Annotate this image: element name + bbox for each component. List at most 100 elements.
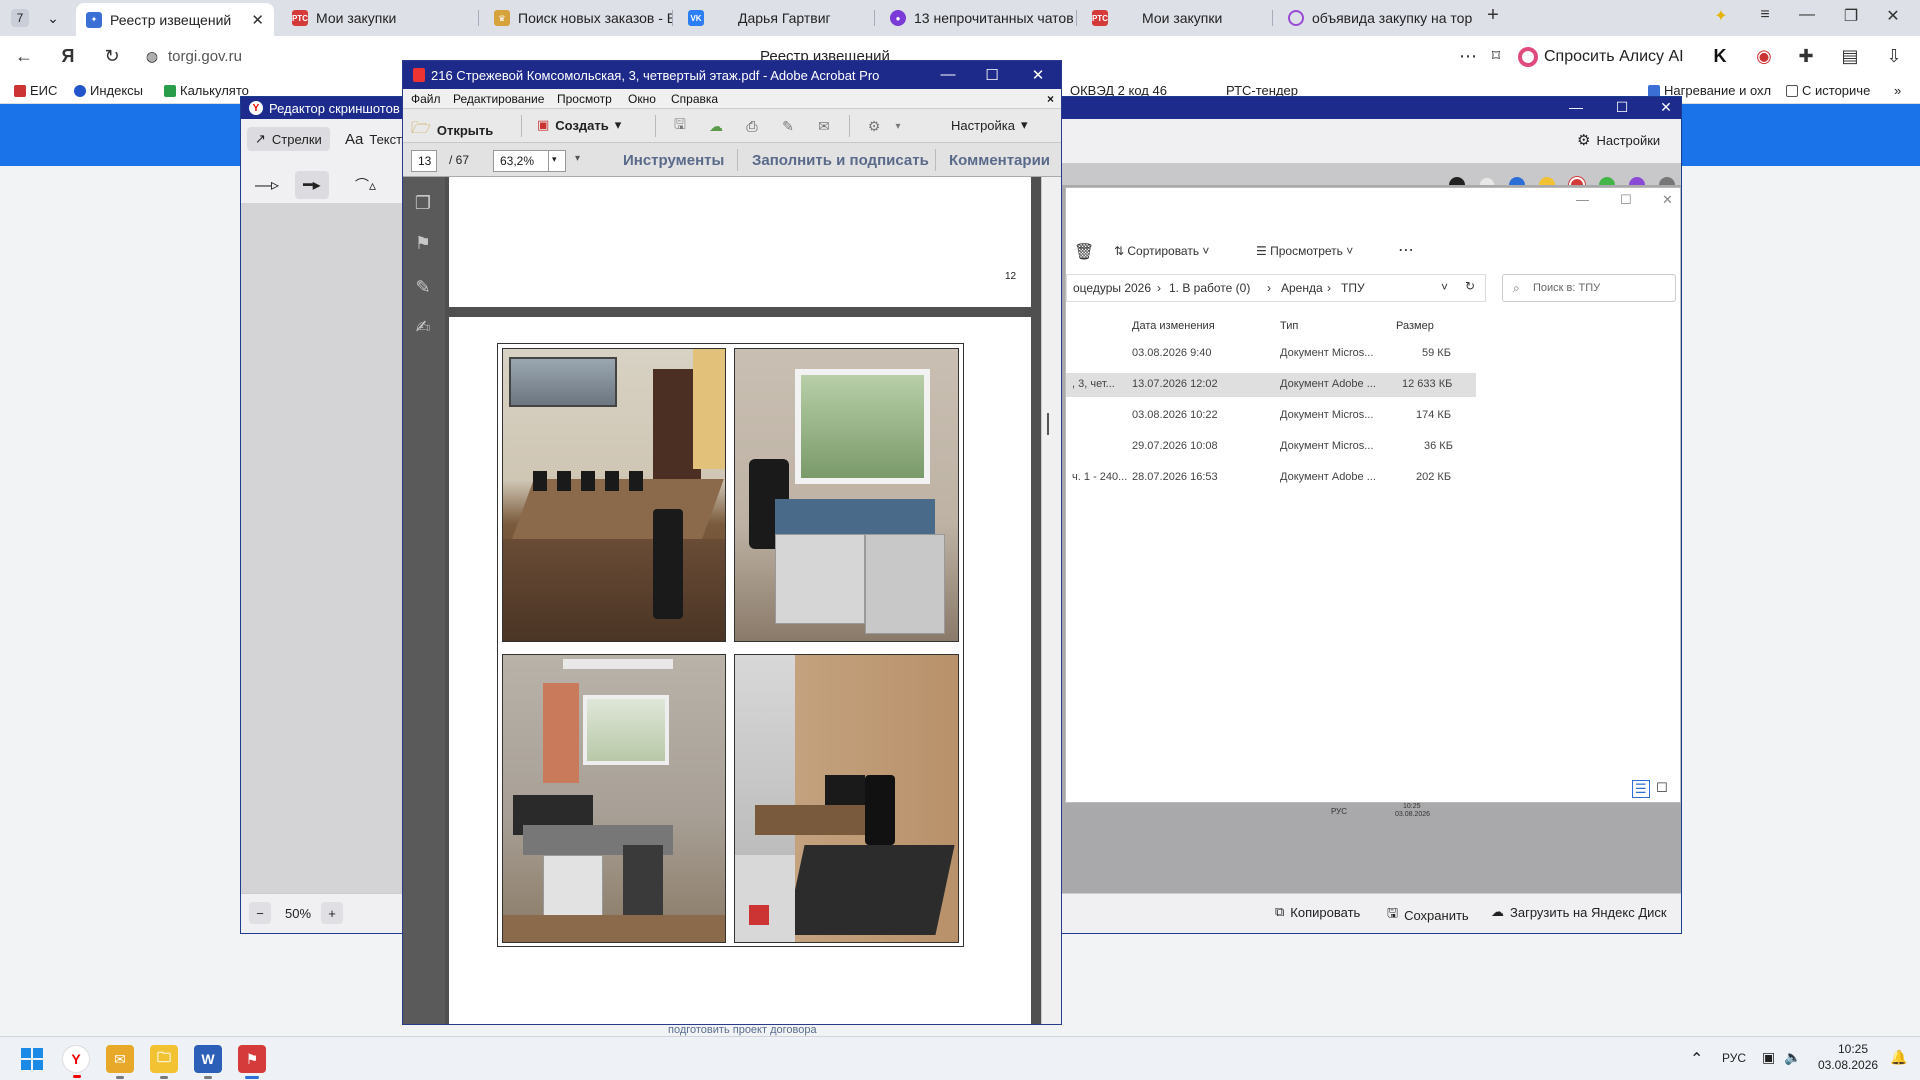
arrow-curved-icon[interactable]: ⌒▵: [355, 175, 376, 195]
new-tab-plus-icon[interactable]: +: [1478, 4, 1508, 27]
menu-window[interactable]: Окно: [628, 92, 656, 106]
pdf-document-view[interactable]: 12: [445, 177, 1041, 1024]
zoom-input[interactable]: 63,2%: [493, 150, 549, 172]
menu-file[interactable]: Файл: [411, 92, 441, 106]
pages-thumbnails-icon[interactable]: ❐: [412, 193, 434, 217]
view-button[interactable]: ☰ Просмотреть ˅: [1256, 244, 1353, 258]
minimize-icon[interactable]: —: [1576, 192, 1589, 207]
back-arrow-icon[interactable]: ←: [12, 46, 36, 67]
comments-panel-link[interactable]: Комментарии: [949, 152, 1050, 169]
details-view-icon[interactable]: ☰: [1632, 780, 1650, 798]
tab-list-chevron-icon[interactable]: ⌄: [42, 4, 64, 32]
address-bar-url[interactable]: torgi.gov.ru: [168, 48, 242, 65]
menu-edit[interactable]: Редактирование: [453, 92, 544, 106]
column-header-date[interactable]: Дата изменения: [1132, 320, 1215, 332]
zoom-dropdown-icon[interactable]: ▾: [548, 150, 566, 172]
word-icon[interactable]: W: [194, 1045, 222, 1079]
download-icon[interactable]: ⇩: [1882, 46, 1906, 67]
customize-button[interactable]: Настройка ▾: [951, 117, 1028, 133]
more-dots-icon[interactable]: ⋯: [1398, 240, 1414, 260]
yandex-browser-icon[interactable]: Y: [62, 1045, 90, 1078]
copy-button[interactable]: ⧉ Копировать: [1275, 904, 1360, 920]
close-window-icon[interactable]: ✕: [1651, 99, 1681, 116]
arrow-thin-icon[interactable]: —▹: [255, 175, 279, 195]
table-row[interactable]: , 3, чет... 13.07.2026 12:02 Документ Ad…: [1066, 373, 1476, 397]
breadcrumb-item[interactable]: оцедуры 2026: [1073, 281, 1151, 295]
tab-my-purchases-2[interactable]: РТС Мои закупки: [1082, 4, 1272, 32]
clock-date[interactable]: 03.08.2026: [1818, 1058, 1878, 1072]
delete-icon[interactable]: 🗑: [1074, 242, 1094, 262]
breadcrumb-item[interactable]: 1. В работе (0): [1169, 281, 1250, 295]
sparkle-icon[interactable]: ✦: [1706, 6, 1736, 26]
refresh-icon[interactable]: ↻: [1465, 279, 1475, 293]
menu-icon[interactable]: ≡: [1750, 6, 1780, 24]
table-row[interactable]: ч. 1 - 240... 28.07.2026 16:53 Документ …: [1066, 466, 1476, 490]
tab-alice-query[interactable]: объявида закупку на тор: [1278, 4, 1474, 32]
reload-icon[interactable]: ↻: [100, 46, 124, 67]
edit-icon[interactable]: ✎: [777, 117, 799, 135]
tab-chats[interactable]: ● 13 непрочитанных чатов: [880, 4, 1076, 32]
volume-icon[interactable]: 🔈: [1784, 1049, 1801, 1066]
bookmark-eis[interactable]: ЕИС: [14, 83, 57, 98]
tab-my-purchases[interactable]: РТС Мои закупки: [282, 4, 478, 32]
close-window-icon[interactable]: ✕: [1878, 6, 1908, 26]
clock-time[interactable]: 10:25: [1838, 1042, 1868, 1056]
breadcrumb[interactable]: оцедуры 2026 › 1. В работе (0) › Аренда …: [1066, 274, 1486, 302]
page-number-input[interactable]: 13: [411, 150, 437, 172]
fill-sign-panel-link[interactable]: Заполнить и подписать: [752, 152, 929, 169]
column-header-size[interactable]: Размер: [1396, 320, 1434, 332]
tab-registry[interactable]: ✦ Реестр извещений ✕: [76, 3, 274, 36]
minimize-icon[interactable]: —: [1561, 99, 1591, 115]
open-button[interactable]: 🗁 Открыть: [411, 117, 493, 144]
bookmarks-more-icon[interactable]: »: [1894, 83, 1901, 98]
acrobat-icon[interactable]: ⚑: [238, 1045, 266, 1079]
cloud-upload-icon[interactable]: ☁: [705, 117, 727, 135]
vertical-scrollbar[interactable]: [1041, 177, 1061, 1024]
maximize-icon[interactable]: ☐: [977, 66, 1007, 84]
breadcrumb-item[interactable]: Аренда: [1281, 281, 1323, 295]
toolbar-options-icon[interactable]: ▾: [575, 153, 580, 164]
bookmark-calculator[interactable]: Калькулято: [164, 83, 249, 98]
close-window-icon[interactable]: ✕: [1023, 66, 1053, 84]
tab-counter[interactable]: 7: [6, 4, 34, 32]
menu-help[interactable]: Справка: [671, 92, 718, 106]
menu-view[interactable]: Просмотр: [557, 92, 612, 106]
close-icon[interactable]: ✕: [251, 11, 264, 29]
yandex-icon[interactable]: Я: [56, 46, 80, 67]
tool-text-button[interactable]: Aa Текст: [345, 131, 402, 148]
arrow-thick-icon[interactable]: ━▸: [295, 171, 329, 199]
more-dots-icon[interactable]: ⋯: [1456, 46, 1480, 67]
editor-settings-button[interactable]: ⚙ Настройки: [1577, 131, 1660, 149]
table-row[interactable]: 29.07.2026 10:08 Документ Micros... 36 К…: [1066, 435, 1476, 459]
bookmark-history[interactable]: С историче: [1786, 83, 1870, 98]
windows-start-icon[interactable]: [18, 1045, 46, 1073]
zoom-out-icon[interactable]: −: [249, 902, 271, 924]
keyboard-language[interactable]: РУС: [1722, 1051, 1746, 1065]
site-bottom-link[interactable]: подготовить проект договора: [668, 1024, 817, 1036]
tiles-view-icon[interactable]: ☐: [1656, 780, 1668, 796]
maximize-icon[interactable]: ☐: [1620, 192, 1632, 208]
extensions-puzzle-icon[interactable]: ✚: [1794, 46, 1818, 67]
maximize-icon[interactable]: ☐: [1607, 99, 1637, 116]
network-icon[interactable]: ▣: [1762, 1049, 1775, 1066]
gear-icon[interactable]: ⚙: [863, 117, 885, 135]
outlook-icon[interactable]: ✉: [106, 1045, 134, 1079]
minimize-icon[interactable]: —: [933, 66, 963, 83]
upload-yandex-disk-button[interactable]: ☁ Загрузить на Яндекс Диск: [1491, 904, 1667, 920]
bookmark-icon[interactable]: ⚑: [412, 233, 434, 257]
chevron-down-icon[interactable]: ˅: [1441, 280, 1448, 294]
tools-panel-link[interactable]: Инструменты: [623, 152, 724, 169]
zoom-in-icon[interactable]: +: [321, 902, 343, 924]
column-header-type[interactable]: Тип: [1280, 320, 1298, 332]
k-extension-icon[interactable]: K: [1708, 46, 1732, 67]
breadcrumb-item[interactable]: ТПУ: [1341, 281, 1365, 295]
chevron-down-icon[interactable]: ▾: [887, 117, 909, 135]
tab-vk[interactable]: VK Дарья Гартвиг: [678, 4, 874, 32]
scrollbar-thumb[interactable]: [1047, 413, 1049, 435]
notifications-bell-icon[interactable]: 🔔: [1890, 1049, 1907, 1066]
tray-chevron-up-icon[interactable]: ⌃: [1690, 1049, 1703, 1069]
restore-icon[interactable]: ❐: [1836, 6, 1866, 26]
extension-record-icon[interactable]: ◉: [1752, 46, 1776, 67]
attachment-paperclip-icon[interactable]: ✎: [412, 277, 434, 301]
print-icon[interactable]: ⎙: [741, 117, 763, 135]
